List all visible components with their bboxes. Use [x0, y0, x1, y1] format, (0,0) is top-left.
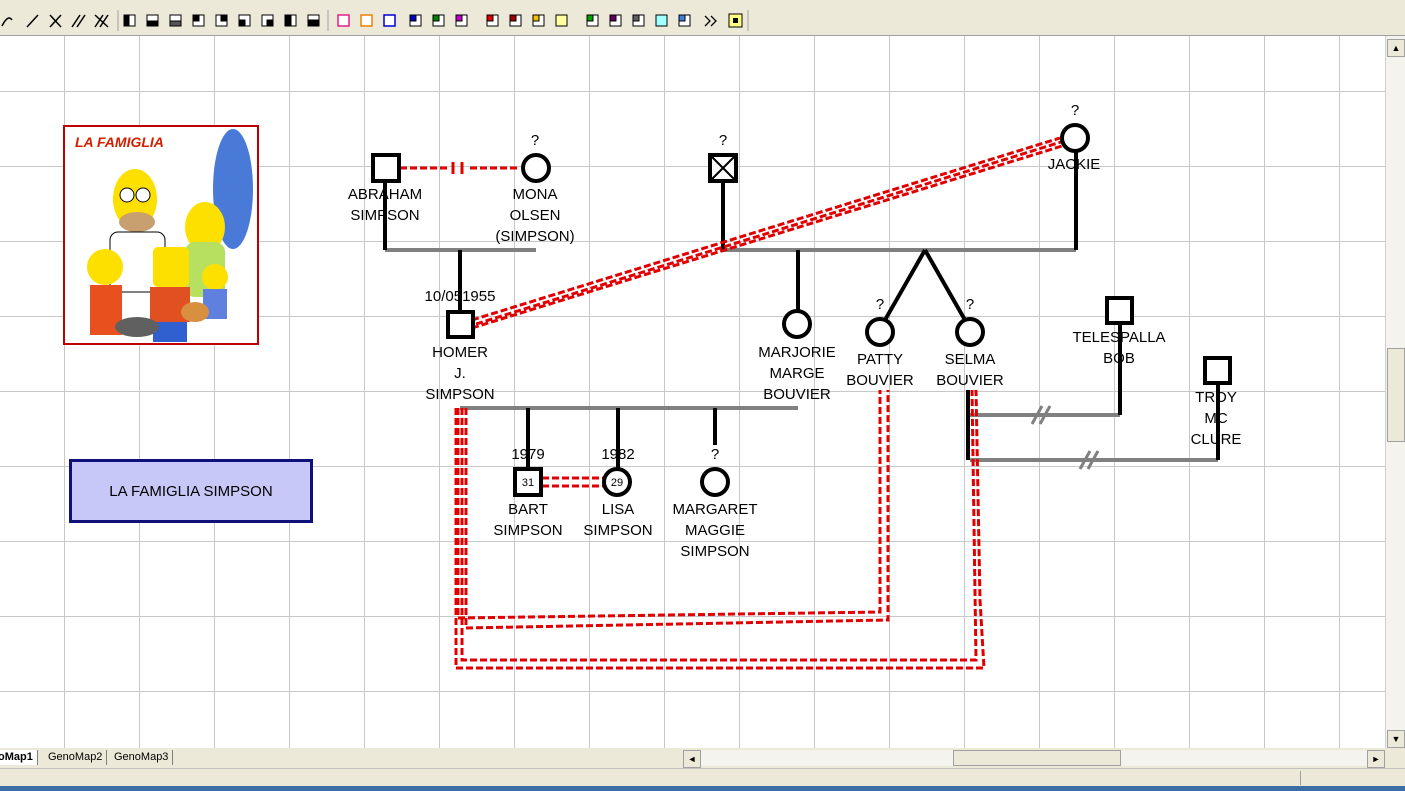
jackie-top: ? [1071, 102, 1079, 119]
unknown-father-top: ? [719, 132, 727, 149]
horizontal-scrollbar[interactable]: ◄ ► [683, 750, 1385, 768]
telespalla-name-2: BOB [1103, 350, 1135, 367]
scroll-up-icon: ▲ [1391, 43, 1401, 53]
more-icon[interactable] [704, 15, 717, 27]
jackie-symbol[interactable] [1060, 123, 1090, 153]
troy-symbol[interactable] [1203, 356, 1232, 385]
patty-top: ? [876, 296, 884, 313]
mona-name-3: (SIMPSON) [495, 228, 574, 245]
bart-name-1: BART [508, 501, 548, 518]
toolbar-icons [1, 10, 749, 31]
bart-name-2: SIMPSON [493, 522, 562, 539]
bart-age: 31 [522, 477, 534, 489]
troy-name-2: MC [1204, 410, 1227, 427]
cross-line-icon[interactable] [49, 14, 62, 28]
mona-name-2: OLSEN [510, 207, 561, 224]
telespalla-symbol[interactable] [1105, 296, 1134, 325]
telespalla-name-1: TELESPALLA [1072, 329, 1165, 346]
toolbar [0, 0, 1405, 36]
tab-genomap3[interactable]: GenoMap3 [110, 750, 174, 765]
patty-name-1: PATTY [857, 351, 903, 368]
scroll-up-button[interactable]: ▲ [1387, 39, 1405, 57]
mona-name-1: MONA [513, 186, 558, 203]
maggie-name-3: SIMPSON [680, 543, 749, 560]
pen-icon[interactable] [1, 17, 13, 27]
marjorie-name-2: MARGE [769, 365, 824, 382]
maggie-name-2: MAGGIE [685, 522, 745, 539]
picture-caption: LA FAMIGLIA [75, 134, 164, 150]
marjorie-name-1: MARJORIE [758, 344, 836, 361]
homer-name-1: HOMER [432, 344, 488, 361]
vertical-scrollbar[interactable]: ▲ ▼ [1385, 36, 1405, 748]
mona-symbol[interactable] [521, 153, 551, 183]
homer-symbol[interactable] [446, 310, 475, 339]
lisa-top: 1982 [601, 446, 634, 463]
double-cross-icon[interactable] [94, 14, 109, 28]
selma-name-1: SELMA [945, 351, 996, 368]
vertical-scroll-thumb[interactable] [1387, 348, 1405, 442]
troy-name-3: CLURE [1191, 431, 1242, 448]
homer-name-2: J. [454, 365, 466, 382]
scroll-right-button[interactable]: ► [1367, 750, 1385, 768]
cyan-sq-icon[interactable] [655, 14, 668, 27]
genogram-canvas[interactable]: ABRAHAM SIMPSON ? MONA OLSEN (SIMPSON) ?… [0, 36, 1385, 748]
orange-square-icon[interactable] [360, 14, 373, 27]
yellow-square-icon[interactable] [555, 14, 568, 27]
homer-name-3: SIMPSON [425, 386, 494, 403]
patty-name-2: BOUVIER [846, 372, 914, 389]
patty-symbol[interactable] [865, 317, 895, 347]
lisa-name-1: LISA [602, 501, 635, 518]
marjorie-symbol[interactable] [782, 309, 812, 339]
selma-symbol[interactable] [955, 317, 985, 347]
blue-square-icon[interactable] [383, 14, 396, 27]
taskbar-strip [0, 786, 1405, 791]
troy-name-1: TROY [1195, 389, 1237, 406]
abraham-symbol[interactable] [371, 153, 401, 183]
maggie-name-1: MARGARET [672, 501, 757, 518]
lisa-age: 29 [611, 477, 623, 489]
tab-genomap2[interactable]: GenoMap2 [44, 750, 108, 765]
maggie-symbol[interactable] [700, 467, 730, 497]
slash-line-icon[interactable] [26, 14, 39, 28]
scroll-down-icon: ▼ [1391, 734, 1401, 744]
pink-square-icon[interactable] [337, 14, 350, 27]
selma-name-2: BOUVIER [936, 372, 1004, 389]
horizontal-scroll-thumb[interactable] [953, 750, 1121, 766]
maggie-top: ? [711, 446, 719, 463]
homer-top: 10/051955 [425, 288, 496, 305]
selma-top: ? [966, 296, 974, 313]
bart-top: 1979 [511, 446, 544, 463]
marjorie-name-3: BOUVIER [763, 386, 831, 403]
scroll-left-button[interactable]: ◄ [683, 750, 701, 768]
abraham-name-1: ABRAHAM [348, 186, 422, 203]
double-slash-icon[interactable] [71, 14, 86, 28]
abraham-name-2: SIMPSON [350, 207, 419, 224]
scroll-left-icon: ◄ [687, 754, 697, 764]
status-divider [1300, 771, 1301, 785]
scroll-right-icon: ► [1371, 754, 1381, 764]
jackie-name: JACKIE [1048, 156, 1101, 173]
family-title-box[interactable]: LA FAMIGLIA SIMPSON [69, 459, 313, 523]
mona-top: ? [531, 132, 539, 149]
status-bar [0, 768, 1405, 787]
scroll-down-button[interactable]: ▼ [1387, 730, 1405, 748]
lisa-name-2: SIMPSON [583, 522, 652, 539]
family-title-label: LA FAMIGLIA SIMPSON [109, 482, 273, 500]
simpsons-cartoon-image: LA FAMIGLIA [75, 129, 253, 342]
family-picture[interactable]: LA FAMIGLIA [63, 125, 259, 345]
tab-genomap1[interactable]: oMap1 [0, 750, 38, 765]
